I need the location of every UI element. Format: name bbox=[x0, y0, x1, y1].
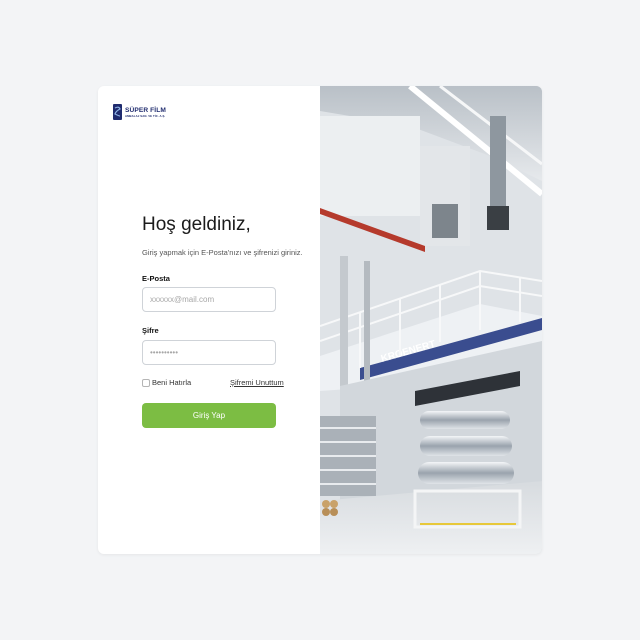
forgot-password-link[interactable]: Şifremi Unuttum bbox=[230, 378, 284, 387]
brand-name: SÜPER FİLM bbox=[125, 106, 166, 114]
email-field[interactable] bbox=[142, 287, 276, 312]
factory-photo: KROENERT bbox=[320, 86, 542, 554]
remember-checkbox[interactable] bbox=[142, 378, 150, 387]
remember-me[interactable]: Beni Hatırla bbox=[142, 378, 191, 387]
welcome-title: Hoş geldiniz, bbox=[142, 214, 251, 235]
password-label: Şifre bbox=[142, 326, 159, 335]
login-card: SÜPER FİLM AMBALAJ SAN. VE TİC. A.Ş. Hoş… bbox=[98, 86, 542, 554]
login-button[interactable]: Giriş Yap bbox=[142, 403, 276, 428]
login-panel: SÜPER FİLM AMBALAJ SAN. VE TİC. A.Ş. Hoş… bbox=[98, 86, 320, 554]
remember-label: Beni Hatırla bbox=[152, 378, 192, 387]
welcome-subtitle: Giriş yapmak için E-Posta'nızı ve şifren… bbox=[142, 248, 303, 257]
logo-mark-icon bbox=[112, 103, 123, 121]
brand-subtitle: AMBALAJ SAN. VE TİC. A.Ş. bbox=[125, 113, 166, 118]
password-field[interactable] bbox=[142, 340, 276, 365]
company-logo: SÜPER FİLM AMBALAJ SAN. VE TİC. A.Ş. bbox=[112, 103, 166, 121]
email-label: E-Posta bbox=[142, 274, 170, 283]
factory-illustration: KROENERT bbox=[320, 86, 542, 554]
